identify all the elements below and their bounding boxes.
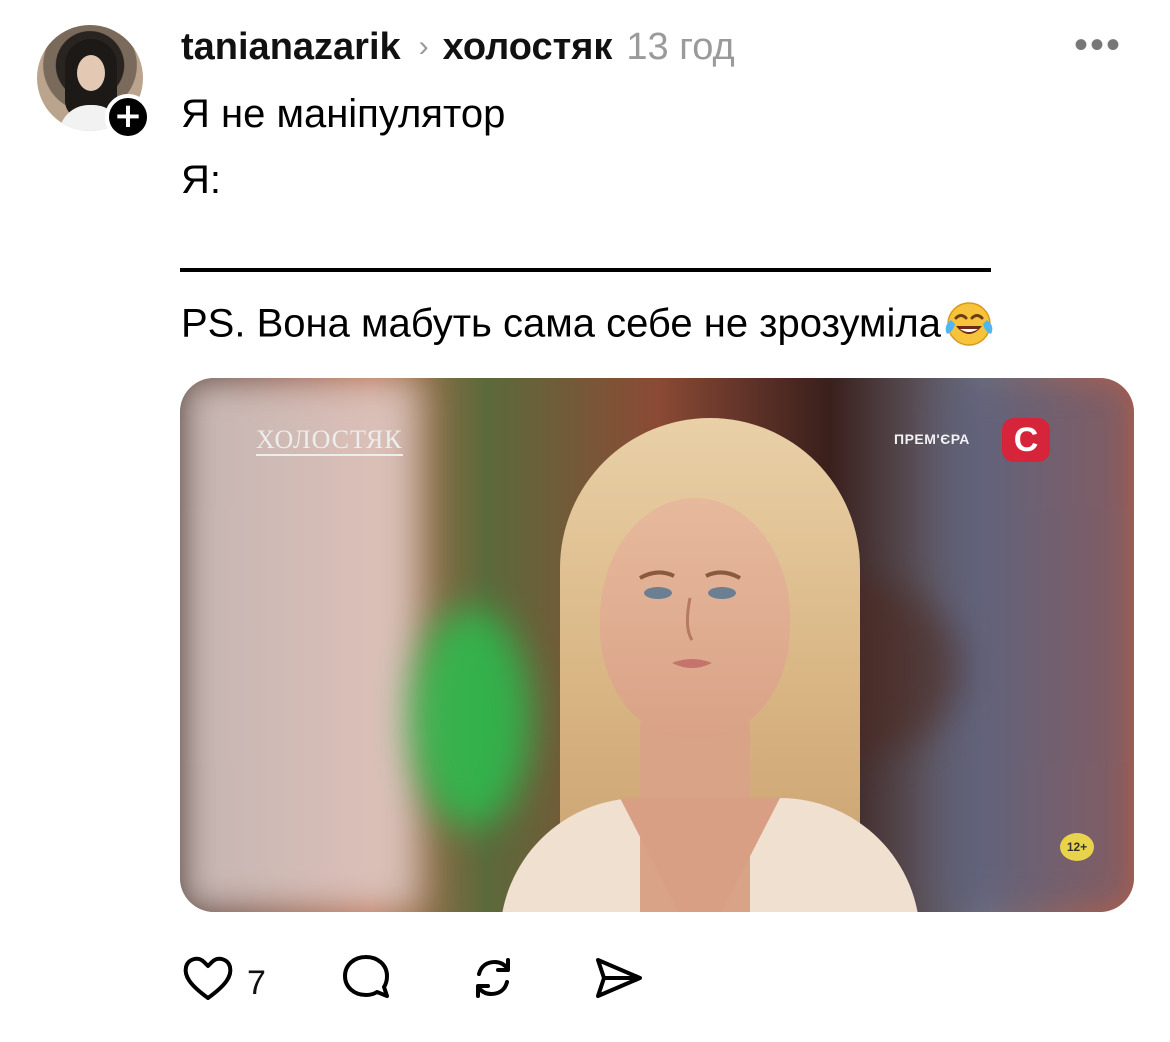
avatar-face — [77, 55, 105, 91]
post-header: tanianazarik › холостяк 13 год — [181, 20, 735, 74]
bg-blur-green — [410, 608, 530, 828]
comment-icon[interactable] — [338, 950, 394, 1006]
heart-icon[interactable] — [180, 950, 236, 1006]
post-ps-text: PS. Вона мабуть сама себе не зрозуміла — [181, 301, 941, 346]
age-rating-badge: 12+ — [1060, 833, 1094, 861]
woman-features — [639, 570, 741, 668]
text-divider-line — [180, 268, 991, 272]
post-text-line-1: Я не маніпулятор — [181, 92, 506, 136]
thread-post: + tanianazarik › холостяк 13 год ••• Я н… — [0, 0, 1170, 1042]
channel-logo: С — [1002, 418, 1050, 462]
face-with-tears-of-joy-icon — [945, 302, 993, 346]
more-options-icon[interactable]: ••• — [1074, 25, 1122, 65]
show-logo: ХОЛОСТЯК — [256, 425, 403, 456]
post-timestamp: 13 год — [626, 25, 735, 68]
bg-blur-left — [180, 378, 420, 912]
repost-icon[interactable] — [465, 950, 521, 1006]
like-count: 7 — [247, 964, 266, 1002]
share-icon[interactable] — [590, 950, 646, 1006]
username-link[interactable]: tanianazarik — [181, 26, 401, 69]
chevron-right-icon: › — [418, 30, 429, 63]
topic-tag-link[interactable]: холостяк — [443, 26, 613, 69]
post-text-line-2: Я: — [181, 158, 221, 202]
post-image[interactable]: ХОЛОСТЯК ПРЕМ'ЄРА С 12+ — [180, 378, 1134, 912]
woman-face — [600, 498, 790, 738]
premiere-label: ПРЕМ'ЄРА — [894, 431, 970, 447]
follow-plus-button[interactable]: + — [105, 94, 151, 140]
post-text-ps: PS. Вона мабуть сама себе не зрозуміла — [181, 300, 995, 352]
